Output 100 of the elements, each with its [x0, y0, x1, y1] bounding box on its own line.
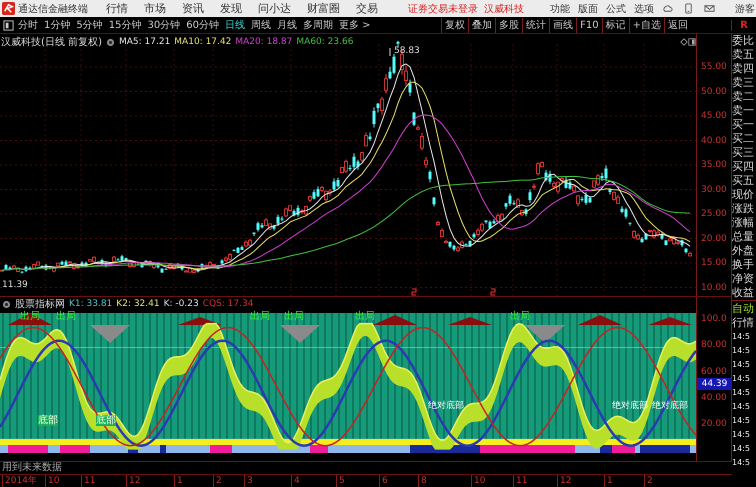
chart-action-button[interactable]: 复权 — [441, 18, 468, 32]
chart-action-button[interactable]: 叠加 — [468, 18, 496, 32]
indicator-axis-label: 100.0 — [701, 313, 727, 325]
date-axis-label: 12 — [126, 475, 140, 487]
future-data-warning: 用到未来数据 — [1, 462, 63, 474]
toolbar-menu-item[interactable]: 选项 — [634, 2, 654, 16]
quote-field-label: 卖一 — [732, 104, 755, 118]
indicator-value: MA10: 17.42 — [174, 37, 232, 47]
date-axis-label: 2 — [644, 475, 653, 487]
indicator-axis-label: 80.00 — [701, 339, 727, 352]
price-axis-label: 25.00 — [701, 208, 727, 220]
price-high-label: 58.83 — [394, 46, 420, 56]
date-axis-label: 4 — [291, 475, 300, 487]
mode-label[interactable]: 自动 — [732, 300, 756, 316]
quote-field-label: 外盘 — [732, 244, 755, 258]
period-tab[interactable]: 15分钟 — [108, 18, 142, 32]
menu-item[interactable]: 行情 — [106, 1, 128, 16]
price-low-label: 11.39 — [2, 280, 28, 290]
trade-time: 14:5 — [732, 359, 751, 371]
exit-signal-label: 出局 — [510, 311, 530, 322]
date-axis-label: 11 — [513, 475, 528, 487]
date-axis-label: 8 — [418, 475, 427, 487]
user-label[interactable]: 游客 — [735, 2, 755, 16]
trade-time: 14:5 — [732, 331, 751, 343]
period-tab[interactable]: 分时 — [18, 18, 38, 32]
exit-signal-label: 出局 — [284, 311, 304, 322]
period-tab[interactable]: 1分钟 — [44, 18, 70, 32]
period-tab[interactable]: 多周期 — [302, 18, 333, 32]
trade-time: 14:5 — [732, 387, 751, 399]
quote-field-label: 买四 — [732, 160, 755, 174]
date-axis-label: 5 — [336, 475, 345, 487]
chart-action-button[interactable]: +自选 — [628, 18, 664, 32]
price-axis-label: 30.00 — [701, 184, 727, 196]
menu-item[interactable]: 资讯 — [182, 1, 204, 16]
date-axis-label: 1 — [604, 475, 613, 487]
quote-field-label: 买一 — [732, 118, 755, 132]
period-tab[interactable]: 5分钟 — [76, 18, 103, 32]
indicator-value: MA5: 17.21 — [118, 37, 170, 47]
price-axis-label: 50.00 — [701, 86, 727, 98]
bottom-signal-label: 底部 — [96, 415, 116, 426]
chart-action-button[interactable]: F10 — [576, 18, 602, 32]
date-axis-label: 6 — [379, 475, 388, 487]
menu-item[interactable]: 发现 — [220, 1, 242, 16]
date-axis-label: 3 — [244, 475, 253, 487]
price-axis-label: 35.00 — [701, 159, 727, 171]
chart-action-button[interactable]: 画线 — [549, 18, 576, 32]
bottom-signal-label: 底部 — [38, 415, 58, 426]
quote-tab[interactable]: 行情 — [732, 316, 756, 330]
quote-field-label: 涨幅 — [732, 216, 755, 230]
quote-field-label: 总量 — [732, 230, 755, 244]
chart-action-button[interactable]: 标记 — [602, 18, 629, 32]
date-axis-label: 1 — [174, 475, 183, 487]
indicator-value: MA60: 23.66 — [296, 37, 354, 47]
quote-field-label: 卖四 — [732, 62, 755, 76]
menu-item[interactable]: 交易 — [356, 1, 378, 16]
period-tab[interactable]: 周线 — [250, 18, 271, 32]
chart-action-button[interactable]: 多股 — [495, 18, 522, 32]
quote-field-label: 净资 — [732, 272, 755, 286]
period-tab[interactable]: 更多 > — [338, 18, 371, 32]
trade-time: 14:5 — [732, 345, 751, 357]
period-tab[interactable]: 30分钟 — [147, 18, 180, 32]
menu-item[interactable]: 问小达 — [258, 1, 291, 16]
date-axis-label: 12 — [557, 475, 572, 487]
indicator-value: CQS: 17.34 — [202, 299, 254, 309]
price-axis-label: 40.00 — [701, 134, 727, 146]
quote-field-label: 委比 — [732, 34, 755, 48]
trade-time: 14:5 — [732, 415, 751, 427]
exit-signal-label: 出局 — [250, 311, 270, 322]
period-tab[interactable]: 日线 — [224, 18, 245, 32]
exit-signal-label: 出局 — [56, 311, 76, 322]
date-axis-label: 11 — [81, 475, 96, 487]
login-status: 证券交易未登录 — [408, 2, 478, 16]
quote-field-label: 卖三 — [732, 76, 755, 90]
quote-field-label: 卖二 — [732, 90, 755, 104]
toolbar-menu-item[interactable]: 功能 — [550, 2, 570, 16]
chart-title: 汉威科技(日线 前复权) — [1, 36, 102, 49]
toolbar-menu-item[interactable]: 公式 — [606, 2, 626, 16]
toolbar-menu-item[interactable]: 版面 — [578, 2, 598, 16]
bottom-note-label: 绝对底部 — [428, 401, 464, 411]
date-axis-label: 10 — [45, 475, 60, 487]
indicator-value: K1: 33.81 — [69, 299, 112, 309]
period-tab[interactable]: 月线 — [276, 18, 297, 32]
price-axis-label: 20.00 — [701, 232, 727, 244]
chart-action-button[interactable]: 统计 — [522, 18, 550, 32]
menu-item[interactable]: 市场 — [144, 1, 166, 16]
period-tab[interactable]: 60分钟 — [186, 18, 219, 32]
indicator-value: MA20: 18.87 — [235, 37, 292, 47]
price-axis-label: 45.00 — [701, 110, 727, 122]
exit-signal-label: 出局 — [355, 311, 375, 322]
indicator-value: K: -0.23 — [164, 299, 199, 309]
quote-field-label: 买三 — [732, 146, 755, 160]
price-axis-label: 55.00 — [701, 61, 727, 73]
quote-field-label: 换手 — [732, 258, 755, 272]
current-value-label: 44.39 — [697, 378, 732, 390]
trade-time: 14:5 — [732, 373, 751, 385]
quote-field-label: 买二 — [732, 132, 755, 146]
price-axis-label: 15.00 — [701, 257, 727, 269]
chart-action-button[interactable]: 返回 — [664, 18, 691, 32]
panel-label[interactable]: R — [731, 20, 756, 30]
menu-item[interactable]: 财富圈 — [307, 1, 340, 16]
